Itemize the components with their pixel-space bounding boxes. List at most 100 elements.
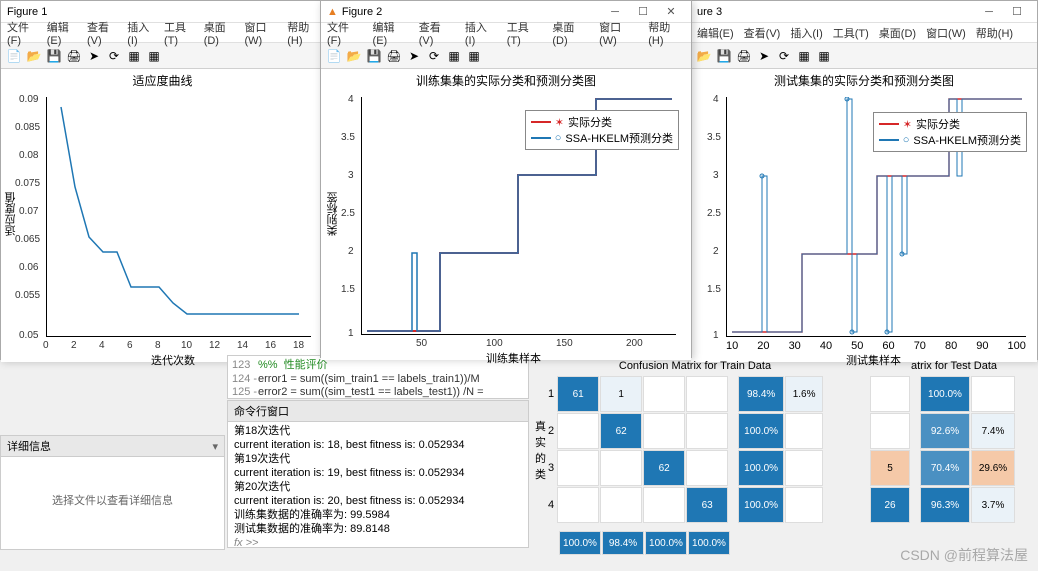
new-icon[interactable]: 📄 <box>5 47 23 65</box>
figure3-xticks: 102030405060708090100 <box>726 340 1026 352</box>
figure1-ylabel: 适应度值 <box>3 192 19 236</box>
xtick: 50 <box>416 338 427 349</box>
arrow-icon[interactable]: ➤ <box>405 47 423 65</box>
menu-help[interactable]: 帮助(H) <box>287 19 318 47</box>
conf-cell: 98.4% <box>738 376 784 412</box>
menu-desktop[interactable]: 桌面(D) <box>552 19 589 47</box>
figure3-window: ure 3─☐ 编辑(E) 查看(V) 插入(I) 工具(T) 桌面(D) 窗口… <box>690 0 1038 360</box>
conf-cell: 98.4% <box>602 531 644 555</box>
conf-cell: 29.6% <box>971 450 1015 486</box>
matlab-icon: ▲ <box>327 6 338 18</box>
menu-file[interactable]: 文件(F) <box>327 19 363 47</box>
ytick: 1 <box>713 330 719 341</box>
menu-help[interactable]: 帮助(H) <box>648 19 685 47</box>
conf-cell <box>870 413 910 449</box>
maximize-icon[interactable]: ☐ <box>1003 2 1031 22</box>
menu-edit[interactable]: 编辑(E) <box>373 19 409 47</box>
menu-help[interactable]: 帮助(H) <box>976 25 1013 41</box>
xtick: 150 <box>556 338 573 349</box>
command-prompt[interactable]: fx >> <box>234 536 522 548</box>
rotate-icon[interactable]: ⟳ <box>425 47 443 65</box>
grid2-icon[interactable]: ▦ <box>145 47 163 65</box>
menu-insert[interactable]: 插入(I) <box>127 19 154 47</box>
rotate-icon[interactable]: ⟳ <box>105 47 123 65</box>
grid1-icon[interactable]: ▦ <box>795 47 813 65</box>
code-text: %% 性能评价 <box>258 359 328 371</box>
conf-cell: 1 <box>600 376 642 412</box>
xtick: 16 <box>265 340 276 351</box>
open-icon[interactable]: 📂 <box>25 47 43 65</box>
menu-desktop[interactable]: 桌面(D) <box>879 25 916 41</box>
command-window[interactable]: 命令行窗口 第18次迭代current iteration is: 18, be… <box>227 400 529 548</box>
ytick: 1.5 <box>707 284 721 295</box>
confusion-colpct: 100.0% 98.4% 100.0% 100.0% <box>559 531 855 555</box>
rotate-icon[interactable]: ⟳ <box>775 47 793 65</box>
figure3-titlebar[interactable]: ure 3─☐ <box>691 1 1037 23</box>
xtick: 4 <box>99 340 105 351</box>
ytick: 0.07 <box>19 206 38 217</box>
ytick: 0.08 <box>19 150 38 161</box>
conf-cell: 100.0% <box>645 531 687 555</box>
menu-insert[interactable]: 插入(I) <box>465 19 497 47</box>
conf-cell <box>785 413 823 449</box>
xtick: 6 <box>127 340 133 351</box>
menu-window[interactable]: 窗口(W) <box>599 19 638 47</box>
minimize-icon[interactable]: ─ <box>975 2 1003 22</box>
menu-window[interactable]: 窗口(W) <box>244 19 277 47</box>
ytick: 0.085 <box>15 122 40 133</box>
open-icon[interactable]: 📂 <box>695 47 713 65</box>
save-icon[interactable]: 💾 <box>45 47 63 65</box>
detail-panel: 详细信息 ▾ 选择文件以查看详细信息 <box>0 435 225 550</box>
ytick: 3.5 <box>707 132 721 143</box>
open-icon[interactable]: 📂 <box>345 47 363 65</box>
figure1-toolbar: 📄 📂 💾 🖨 ➤ ⟳ ▦ ▦ <box>1 43 324 69</box>
conf-cell <box>600 487 642 523</box>
print-icon[interactable]: 🖨 <box>735 47 753 65</box>
ytick: 3.5 <box>341 132 355 143</box>
arrow-icon[interactable]: ➤ <box>85 47 103 65</box>
menu-insert[interactable]: 插入(I) <box>790 25 822 41</box>
legend-label: 实际分类 <box>568 114 612 130</box>
save-icon[interactable]: 💾 <box>365 47 383 65</box>
figure2-ylabel: 类别标签 <box>325 192 341 236</box>
print-icon[interactable]: 🖨 <box>65 47 83 65</box>
menu-edit[interactable]: 编辑(E) <box>697 25 734 41</box>
grid2-icon[interactable]: ▦ <box>815 47 833 65</box>
conf-cell <box>870 376 910 412</box>
arrow-icon[interactable]: ➤ <box>755 47 773 65</box>
confusion-train: Confusion Matrix for Train Data 真实的类 123… <box>535 360 855 555</box>
detail-title: 详细信息 <box>7 438 51 454</box>
menu-desktop[interactable]: 桌面(D) <box>204 19 235 47</box>
conf-cell: 100.0% <box>559 531 601 555</box>
menu-view[interactable]: 查看(V) <box>419 19 455 47</box>
conf-cell: 100.0% <box>738 487 784 523</box>
new-icon[interactable]: 📄 <box>325 47 343 65</box>
menu-tools[interactable]: 工具(T) <box>164 19 194 47</box>
print-icon[interactable]: 🖨 <box>385 47 403 65</box>
conf-cell: 3.7% <box>971 487 1015 523</box>
figure3-legend[interactable]: ✶实际分类 ○SSA-HKELM预测分类 <box>873 112 1027 152</box>
menu-window[interactable]: 窗口(W) <box>926 25 966 41</box>
code-editor[interactable]: 123%% 性能评价 124 -error1 = sum((sim_train1… <box>227 355 529 399</box>
dropdown-icon[interactable]: ▾ <box>212 440 218 453</box>
save-icon[interactable]: 💾 <box>715 47 733 65</box>
conf-cell: 61 <box>557 376 599 412</box>
confusion-test: atrix for Test Data 5 26 100.0% 92.6% 7.… <box>870 360 1038 523</box>
grid1-icon[interactable]: ▦ <box>445 47 463 65</box>
figure2-legend[interactable]: ✶实际分类 ○SSA-HKELM预测分类 <box>525 110 679 150</box>
grid2-icon[interactable]: ▦ <box>465 47 483 65</box>
menu-tools[interactable]: 工具(T) <box>833 25 869 41</box>
menu-file[interactable]: 文件(F) <box>7 19 37 47</box>
grid1-icon[interactable]: ▦ <box>125 47 143 65</box>
figure1-plot: 适应度值 0.09 0.085 0.08 0.075 0.07 0.065 0.… <box>1 92 324 362</box>
conf-cell: 70.4% <box>920 450 970 486</box>
ytick: 1.5 <box>341 284 355 295</box>
menu-view[interactable]: 查看(V) <box>87 19 117 47</box>
ytick: 2 <box>713 246 719 257</box>
menu-edit[interactable]: 编辑(E) <box>47 19 77 47</box>
legend-line-red <box>879 123 899 125</box>
menu-tools[interactable]: 工具(T) <box>507 19 543 47</box>
menu-view[interactable]: 查看(V) <box>744 25 781 41</box>
ytick: 0.06 <box>19 262 38 273</box>
conf-cell <box>600 450 642 486</box>
